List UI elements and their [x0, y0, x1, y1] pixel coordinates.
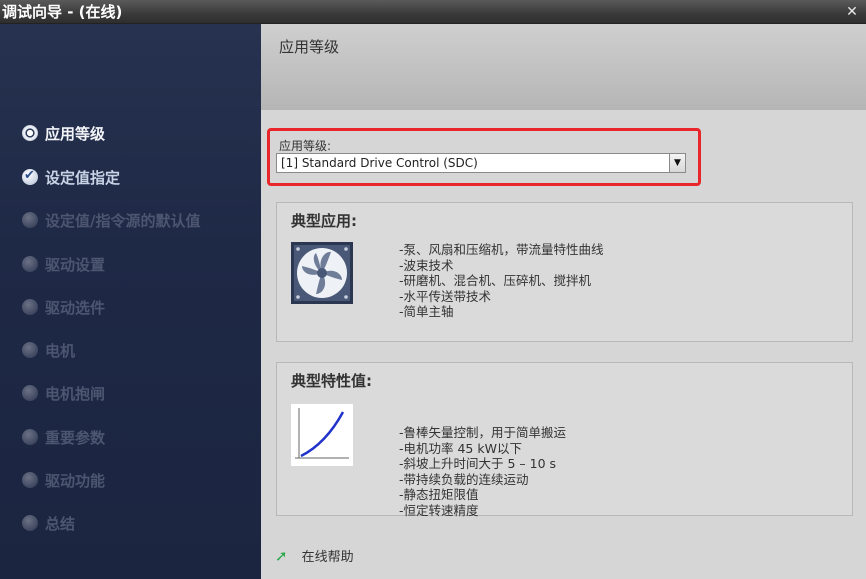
sidebar-item-motor: 电机	[22, 339, 75, 361]
radio-disabled-icon	[22, 299, 38, 315]
highlight-box	[267, 128, 701, 186]
radio-disabled-icon	[22, 385, 38, 401]
sidebar-item-label: 电机	[45, 341, 76, 360]
radio-disabled-icon	[22, 212, 38, 228]
typical-values-title: 典型特性值:	[291, 372, 372, 390]
sidebar-item-drive-settings: 驱动设置	[22, 253, 105, 275]
sidebar-item-label: 驱动设置	[45, 255, 106, 274]
wizard-sidebar: 应用等级 设定值指定 设定值/指令源的默认值 驱动设置 驱动选件 电机 电机抱闸…	[0, 24, 261, 579]
sidebar-item-label: 应用等级	[45, 124, 106, 143]
arrow-up-right-icon: ➚	[275, 546, 288, 565]
list-item: -波束技术	[399, 257, 454, 273]
online-help-label: 在线帮助	[301, 550, 354, 565]
window-titlebar: 调试向导 - (在线) ✕	[0, 0, 866, 24]
sidebar-item-label: 设定值/指令源的默认值	[45, 211, 201, 230]
radio-disabled-icon	[22, 429, 38, 445]
sidebar-item-label: 电机抱闸	[45, 384, 106, 403]
radio-disabled-icon	[22, 256, 38, 272]
radio-disabled-icon	[22, 472, 38, 488]
typical-values-panel: 典型特性值: -鲁棒矢量控制，用于简单搬运 -电机功率 45 kW以下 -斜坡上…	[276, 362, 853, 518]
curve-chart-icon	[291, 404, 353, 466]
sidebar-item-label: 驱动功能	[45, 471, 106, 490]
sidebar-item-motor-brake: 电机抱闸	[22, 382, 105, 404]
sidebar-item-label: 设定值指定	[45, 168, 121, 187]
sidebar-item-label: 总结	[45, 514, 76, 533]
radio-disabled-icon	[22, 342, 38, 358]
sidebar-item-drive-options: 驱动选件	[22, 296, 105, 318]
list-item: -恒定转速精度	[399, 502, 479, 518]
list-item: -电机功率 45 kW以下	[399, 440, 522, 456]
radio-disabled-icon	[22, 515, 38, 531]
fan-icon	[291, 242, 353, 304]
list-item: -鲁棒矢量控制，用于简单搬运	[399, 425, 567, 440]
list-item: -斜坡上升时间大于 5 – 10 s	[399, 456, 557, 471]
window-title: 调试向导 - (在线)	[2, 3, 123, 21]
main-content: 应用等级 应用等级: [1] Standard Drive Control (S…	[261, 24, 866, 579]
sidebar-item-drive-functions: 驱动功能	[22, 469, 105, 491]
sidebar-item-setpoint-defaults: 设定值/指令源的默认值	[22, 209, 200, 231]
sidebar-item-important-params: 重要参数	[22, 426, 105, 448]
online-help-link[interactable]: ➚ 在线帮助	[275, 546, 354, 566]
sidebar-item-label: 重要参数	[45, 428, 106, 447]
list-item: -简单主轴	[399, 304, 454, 319]
page-header: 应用等级	[261, 24, 866, 110]
list-item: -水平传送带技术	[399, 288, 492, 304]
typical-applications-list: -泵、风扇和压缩机，带流量特性曲线 -波束技术 -研磨机、混合机、压碎机、搅拌机…	[399, 242, 604, 320]
list-item: -带持续负载的连续运动	[399, 471, 529, 487]
sidebar-item-summary: 总结	[22, 512, 75, 534]
check-icon	[22, 168, 38, 185]
sidebar-item-label: 驱动选件	[45, 298, 106, 317]
typical-applications-title: 典型应用:	[291, 212, 357, 230]
list-item: -静态扭矩限值	[399, 487, 479, 502]
close-button[interactable]: ✕	[844, 4, 860, 20]
sidebar-item-setpoint[interactable]: 设定值指定	[22, 166, 120, 188]
radio-active-icon	[22, 125, 38, 141]
sidebar-item-application-class[interactable]: 应用等级	[22, 122, 105, 144]
list-item: -研磨机、混合机、压碎机、搅拌机	[399, 273, 592, 288]
list-item: -泵、风扇和压缩机，带流量特性曲线	[399, 242, 604, 257]
typical-values-list: -鲁棒矢量控制，用于简单搬运 -电机功率 45 kW以下 -斜坡上升时间大于 5…	[399, 425, 566, 518]
typical-applications-panel: 典型应用: -泵、风扇和压缩机，带流量特性曲线 -波束技术 -研磨机、混合机、压…	[276, 202, 853, 342]
page-title: 应用等级	[279, 38, 340, 56]
